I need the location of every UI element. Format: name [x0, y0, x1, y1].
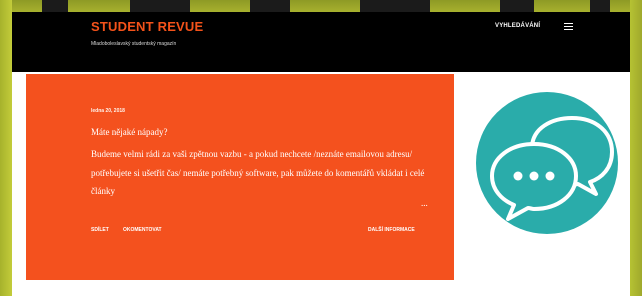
post-title[interactable]: Máte nějaké nápady? [91, 127, 167, 137]
comment-button[interactable]: OKOMENTOVAT [123, 227, 162, 233]
post-ellipsis: ... [421, 198, 428, 208]
site-description: Mladoboleslavský studentský magazín [91, 41, 177, 47]
hamburger-menu-icon[interactable] [564, 23, 573, 30]
share-button[interactable]: SDÍLET [91, 227, 109, 233]
top-decorative-strip [0, 0, 642, 12]
left-frame [0, 0, 12, 296]
post-snippet: Budeme velmi rádi za vaši zpětnou vazbu … [91, 149, 425, 196]
site-title[interactable]: STUDENT REVUE [91, 19, 203, 34]
post-card: ledna 20, 2018 Máte nějaké nápady? Budem… [26, 74, 454, 280]
search-button[interactable]: VYHLEDÁVÁNÍ [495, 23, 540, 29]
site-header: STUDENT REVUE Mladoboleslavský studentsk… [12, 12, 630, 72]
read-more-link[interactable]: DALŠÍ INFORMACE [368, 227, 415, 233]
page: STUDENT REVUE Mladoboleslavský studentsk… [12, 12, 630, 296]
post-date[interactable]: ledna 20, 2018 [91, 108, 125, 114]
speech-bubbles-icon [476, 92, 618, 234]
right-frame [630, 0, 642, 296]
